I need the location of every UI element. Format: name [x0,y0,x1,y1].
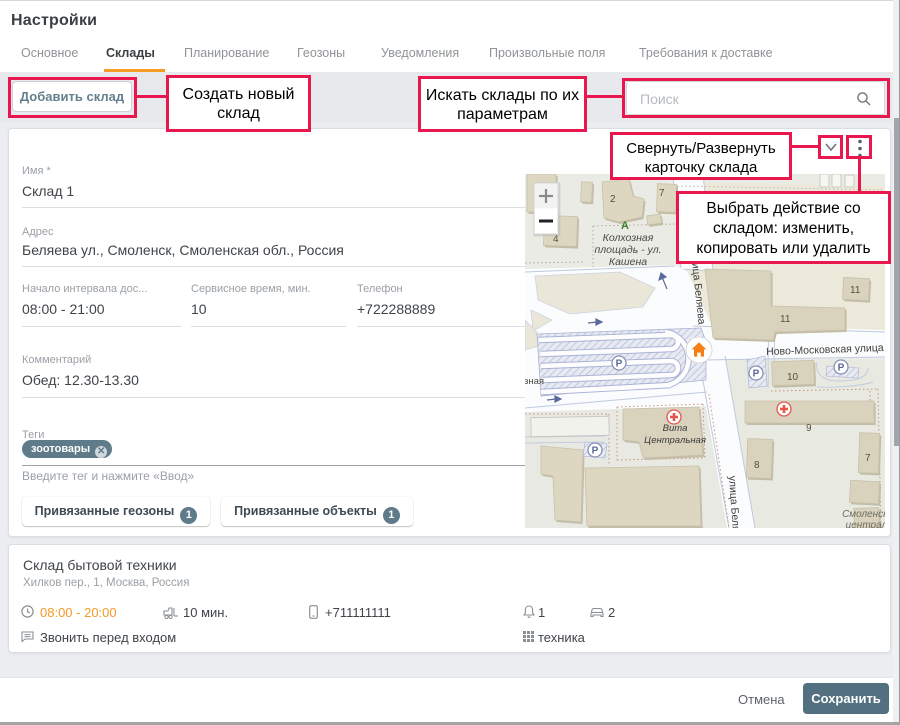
svg-text:8: 8 [754,460,760,471]
svg-text:централь: централь [846,520,885,528]
svg-text:Смоленск: Смоленск [842,509,885,520]
svg-text:P: P [616,359,623,370]
svg-text:7: 7 [865,453,871,464]
svg-text:Колхозная: Колхозная [603,232,654,244]
svg-text:Вита: Вита [663,423,688,434]
svg-text:11: 11 [780,314,791,325]
svg-text:11: 11 [850,285,861,296]
svg-text:А: А [621,220,629,232]
svg-text:2: 2 [610,194,616,205]
svg-text:7: 7 [659,188,665,199]
svg-text:Центральная: Центральная [644,435,706,446]
svg-text:Кашена: Кашена [609,256,647,268]
svg-text:Колхозная: Колхозная [525,376,544,387]
svg-text:P: P [838,363,845,374]
svg-text:площадь - ул.: площадь - ул. [594,244,661,256]
svg-text:10: 10 [787,372,799,383]
svg-text:9: 9 [806,423,812,434]
svg-text:P: P [592,446,599,457]
svg-text:P: P [753,369,760,380]
